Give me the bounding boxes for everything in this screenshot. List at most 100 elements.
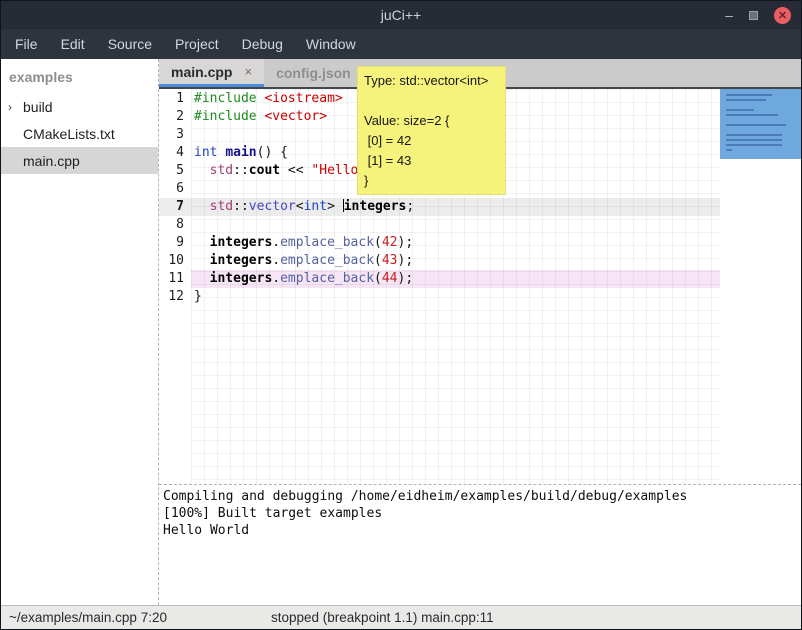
minimap-code-line [726,149,732,151]
terminal-line: Compiling and debugging /home/eidheim/ex… [163,488,801,505]
code-line-text [191,216,721,234]
code-token: ( [374,235,382,250]
file-tree-sidebar: examples › build CMakeLists.txt main.cpp [1,59,158,605]
close-icon[interactable]: ✕ [774,7,791,24]
code-token: std [210,163,233,178]
code-token: . [272,271,280,286]
tooltip-line: [0] = 42 [364,131,499,151]
menu-item-window[interactable]: Window [302,34,360,54]
code-token: std [210,199,233,214]
code-token: < [296,199,304,214]
tooltip-line: } [364,171,499,191]
code-token: <vector> [264,109,327,124]
tree-item-main-cpp[interactable]: main.cpp [1,147,158,174]
line-number[interactable]: 8 [159,216,191,234]
menu-item-edit[interactable]: Edit [57,34,89,54]
code-token [194,253,210,268]
line-number[interactable]: 3 [159,126,191,144]
project-folder-label: examples [1,63,158,93]
line-number[interactable]: 4 [159,144,191,162]
code-token: } [194,289,202,304]
line-number[interactable]: 12 [159,288,191,306]
code-token: :: [233,163,249,178]
code-line-10[interactable]: 10 integers.emplace_back(43); [159,252,721,270]
menu-item-file[interactable]: File [11,34,42,54]
code-token [194,199,210,214]
file-tree: › build CMakeLists.txt main.cpp [1,93,158,174]
code-token: ); [398,271,414,286]
code-token: int [194,145,217,160]
tooltip-line: Type: std::vector<int> [364,71,499,91]
code-token: << [280,163,311,178]
code-token: emplace_back [280,235,374,250]
tooltip-line: [1] = 43 [364,151,499,171]
menu-item-debug[interactable]: Debug [238,34,287,54]
line-number[interactable]: 10 [159,252,191,270]
terminal-line: Hello World [163,522,801,539]
code-token: :: [233,199,249,214]
minimap-code-line [726,94,772,96]
code-token: main [225,145,256,160]
code-token [194,163,210,178]
terminal-output[interactable]: Compiling and debugging /home/eidheim/ex… [159,485,801,605]
restore-icon[interactable] [749,11,758,20]
tree-item-label: main.cpp [23,153,80,169]
code-token: emplace_back [280,253,374,268]
code-token: 42 [382,235,398,250]
code-token: integers [210,253,273,268]
code-token [194,235,210,250]
titlebar[interactable]: juCi++ – ✕ [1,1,801,29]
menu-item-project[interactable]: Project [171,34,223,54]
line-number[interactable]: 2 [159,108,191,126]
tree-item-cmakelists-txt[interactable]: CMakeLists.txt [1,120,158,147]
tab-main-cpp[interactable]: main.cpp× [159,59,264,87]
tab-close-icon[interactable]: × [244,64,252,79]
minimap-code-line [726,109,754,111]
code-token: 43 [382,253,398,268]
code-line-12[interactable]: 12} [159,288,721,306]
code-token [194,271,210,286]
tooltip-line: Value: size=2 { [364,111,499,131]
minimap-code-line [726,114,778,116]
code-token: #include [194,91,257,106]
status-file-position: ~/examples/main.cpp 7:20 [1,610,167,625]
code-token: . [272,253,280,268]
line-number[interactable]: 9 [159,234,191,252]
menubar: File Edit Source Project Debug Window [1,29,801,59]
menu-item-source[interactable]: Source [104,34,156,54]
code-line-text: } [191,288,721,306]
code-token: integers [210,271,273,286]
code-line-text: std::vector<int> integers; [191,198,721,216]
minimize-icon[interactable]: – [725,10,733,20]
minimap-code-line [726,99,766,101]
line-number[interactable]: 7 [159,198,191,216]
minimap-code-line [726,134,782,136]
minimap-code-line [726,124,786,126]
tree-item-label: CMakeLists.txt [23,126,115,142]
code-token: ; [406,199,414,214]
code-token: ( [374,253,382,268]
code-token: int [304,199,327,214]
line-number[interactable]: 11 [159,270,191,288]
tree-item-label: build [23,99,53,115]
code-line-8[interactable]: 8 [159,216,721,234]
line-number[interactable]: 6 [159,180,191,198]
line-number[interactable]: 5 [159,162,191,180]
tab-config-json[interactable]: config.json [264,59,363,87]
chevron-right-icon[interactable]: › [8,100,12,114]
code-token: integers [210,235,273,250]
code-line-9[interactable]: 9 integers.emplace_back(42); [159,234,721,252]
debug-value-tooltip: Type: std::vector<int> Value: size=2 { [… [357,66,506,195]
code-token: ); [398,235,414,250]
minimap-slider[interactable] [720,89,801,159]
tree-item-build[interactable]: › build [1,93,158,120]
code-token: <iostream> [264,91,342,106]
code-token: #include [194,109,257,124]
minimap[interactable] [720,89,801,484]
code-token: 44 [382,271,398,286]
line-number[interactable]: 1 [159,90,191,108]
code-line-7[interactable]: 7 std::vector<int> integers; [159,198,721,216]
code-token: . [272,235,280,250]
code-line-11[interactable]: 11 integers.emplace_back(44); [159,270,721,288]
window-controls: – ✕ [725,1,791,29]
